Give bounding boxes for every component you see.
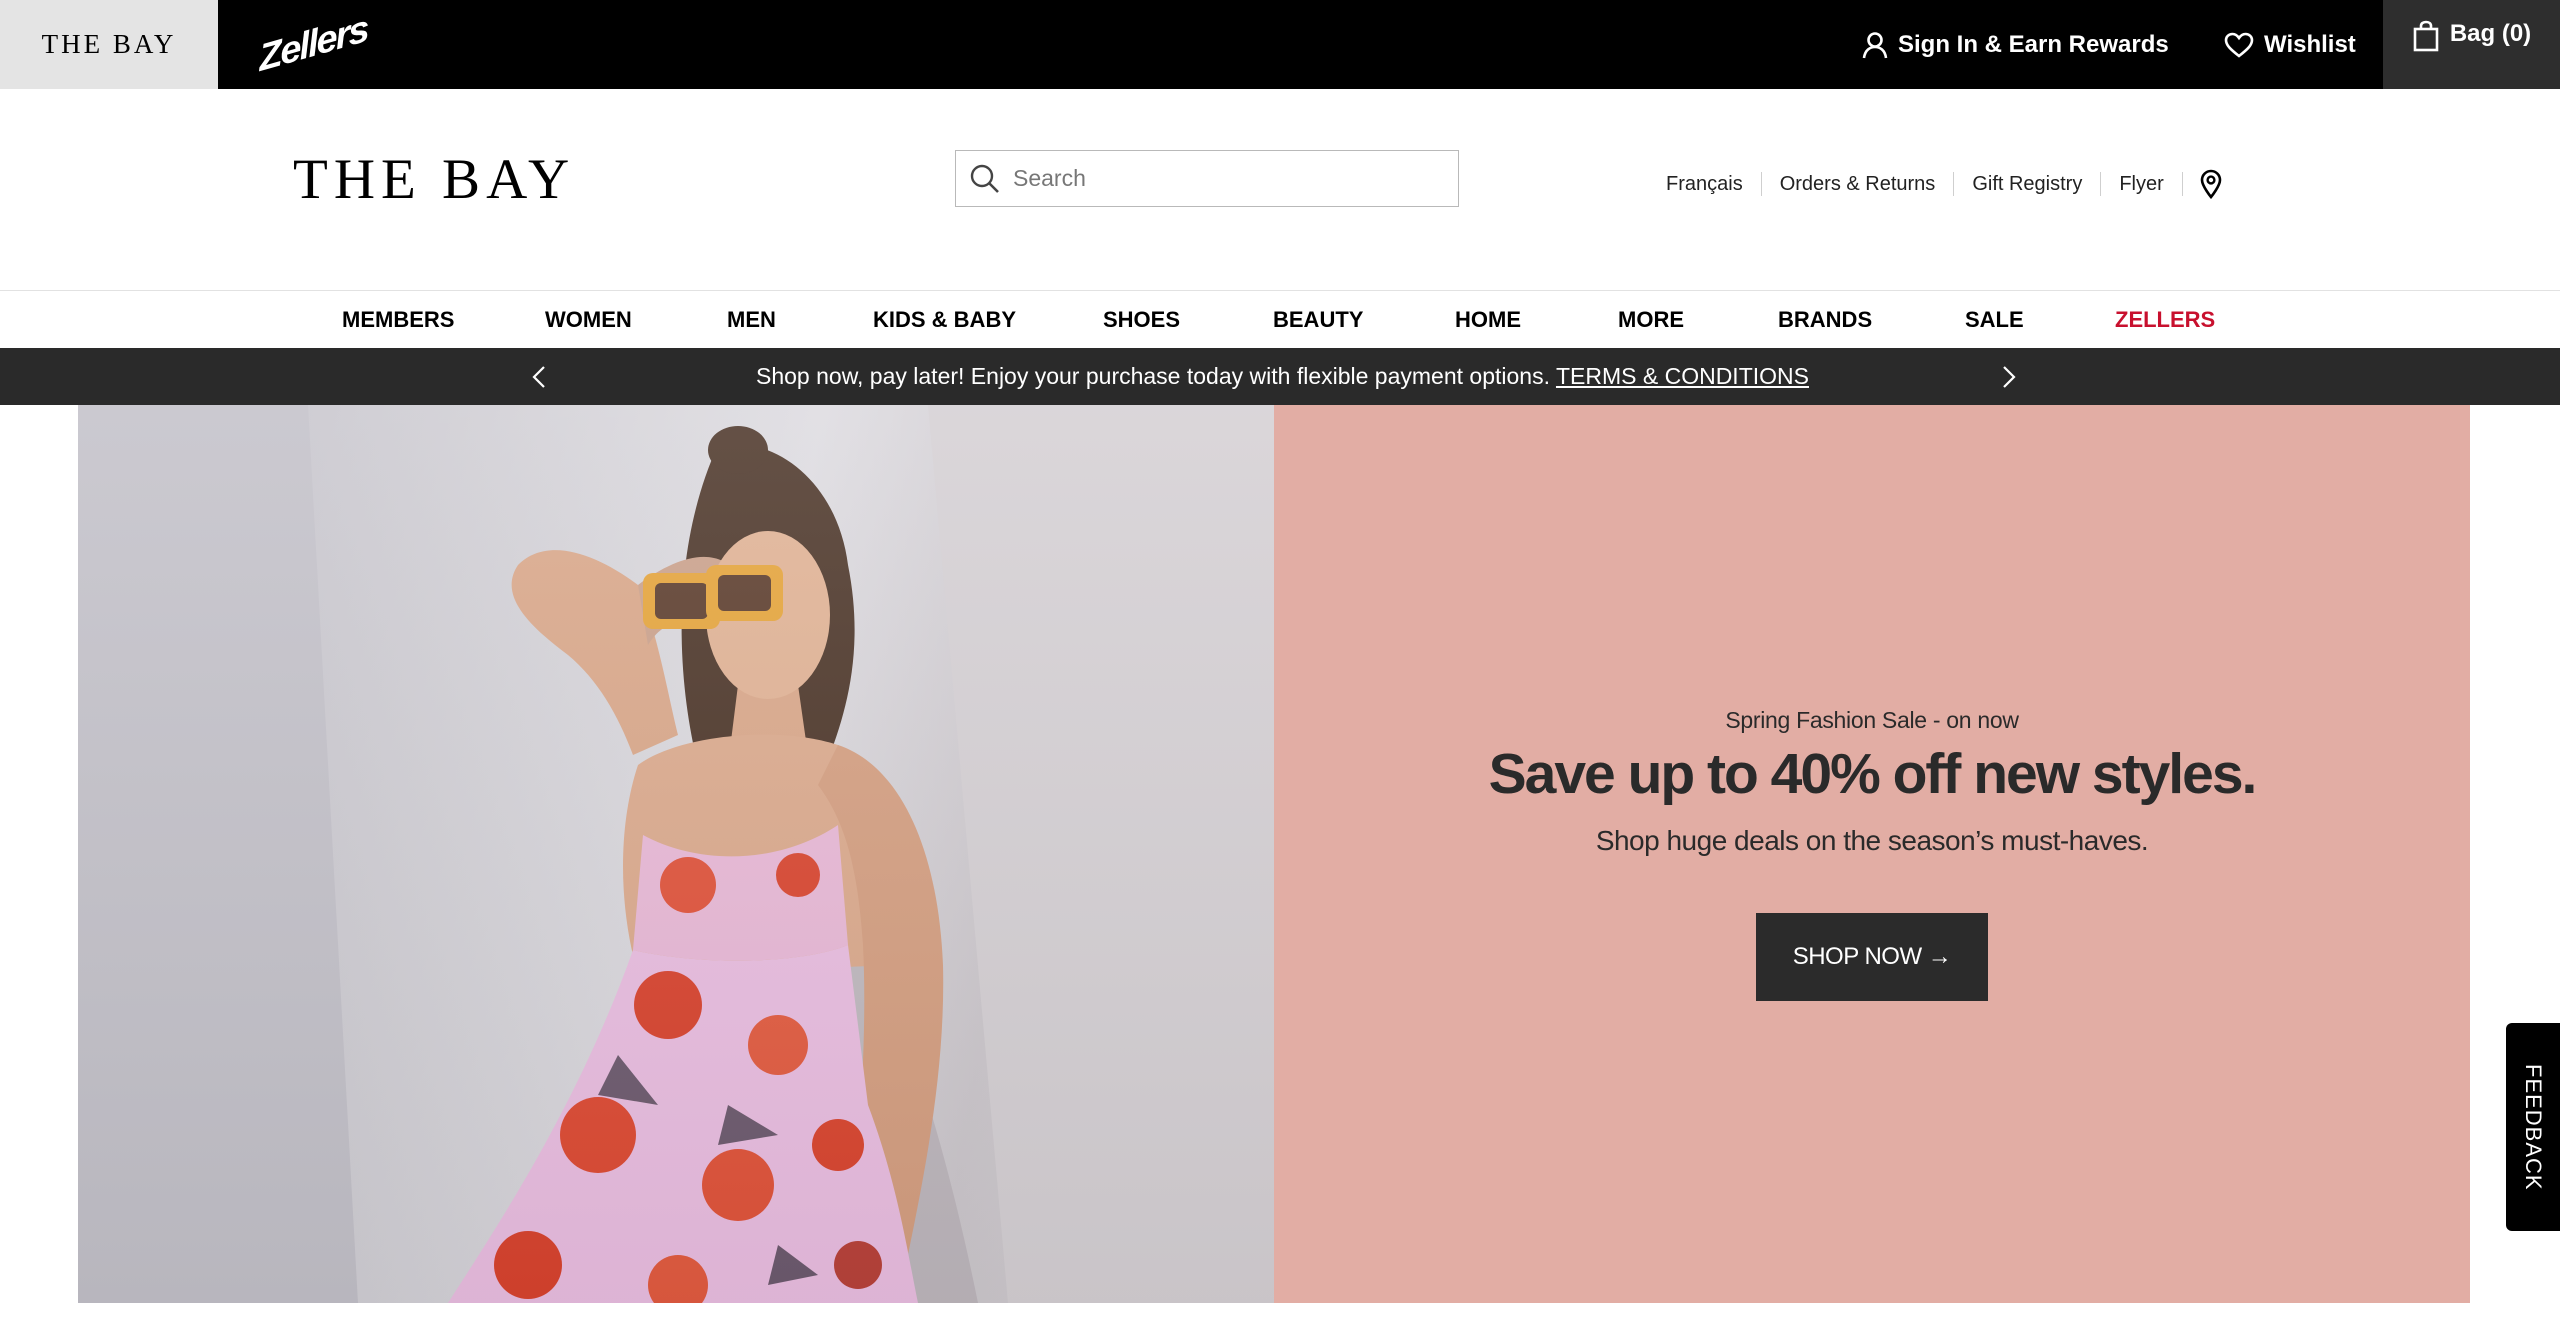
nav-zellers[interactable]: ZELLERS	[2115, 292, 2215, 348]
hero-model-image[interactable]	[78, 405, 1274, 1303]
nav-women[interactable]: WOMEN	[545, 292, 632, 348]
hero-eyebrow: Spring Fashion Sale - on now	[1725, 707, 2019, 733]
header-links: Français Orders & Returns Gift Registry …	[1650, 164, 2223, 204]
nav-brands[interactable]: BRANDS	[1778, 292, 1872, 348]
chevron-right-icon	[2003, 366, 2016, 388]
heart-icon	[2224, 32, 2254, 58]
sign-in-link[interactable]: Sign In & Earn Rewards	[1862, 0, 2169, 89]
promo-message: Shop now, pay later! Enjoy your purchase…	[756, 348, 1809, 405]
bag-label: Bag (0)	[2449, 20, 2532, 47]
nav-kids-baby[interactable]: KIDS & BABY	[873, 292, 1016, 348]
wishlist-link[interactable]: Wishlist	[2224, 0, 2356, 89]
orders-returns-link[interactable]: Orders & Returns	[1762, 172, 1955, 196]
nav-members[interactable]: MEMBERS	[342, 292, 454, 348]
utility-bar: THE BAY Zellers Sign In & Earn Rewards W…	[0, 0, 2560, 89]
map-pin-icon	[2200, 169, 2222, 199]
hero-banner: Spring Fashion Sale - on now Save up to …	[78, 405, 2470, 1303]
nav-beauty[interactable]: BEAUTY	[1273, 292, 1363, 348]
search-icon[interactable]	[969, 163, 1001, 195]
brand-tab-the-bay[interactable]: THE BAY	[0, 0, 218, 89]
promo-text: Shop now, pay later! Enjoy your purchase…	[756, 363, 1550, 389]
chevron-left-icon	[532, 366, 545, 388]
shop-now-button[interactable]: SHOP NOW →	[1756, 913, 1988, 1001]
hero-subline: Shop huge deals on the season’s must-hav…	[1595, 825, 2149, 856]
bag-button[interactable]: Bag (0)	[2383, 0, 2560, 89]
store-locator-button[interactable]	[2183, 169, 2223, 199]
feedback-tab[interactable]: FEEDBACK	[2506, 1023, 2560, 1231]
wishlist-label: Wishlist	[2264, 30, 2356, 58]
the-bay-logo[interactable]: THE BAY	[293, 151, 575, 208]
shopping-bag-icon	[2413, 20, 2439, 52]
user-icon	[1862, 31, 1888, 58]
main-nav: MEMBERS WOMEN MEN KIDS & BABY SHOES BEAU…	[0, 292, 2560, 348]
search-input[interactable]	[1011, 164, 1435, 193]
zellers-logo: Zellers	[257, 8, 369, 80]
gift-registry-link[interactable]: Gift Registry	[1954, 172, 2102, 196]
hero-copy-panel: Spring Fashion Sale - on now Save up to …	[1274, 405, 2470, 1303]
feedback-label: FEEDBACK	[2521, 1063, 2546, 1191]
site-header: THE BAY Français Orders & Returns Gift R…	[0, 89, 2560, 291]
language-link[interactable]: Français	[1650, 172, 1762, 196]
terms-conditions-link[interactable]: TERMS & CONDITIONS	[1556, 363, 1809, 390]
brand-tab-zellers[interactable]: Zellers	[218, 0, 408, 89]
nav-men[interactable]: MEN	[727, 292, 776, 348]
nav-more[interactable]: MORE	[1618, 292, 1684, 348]
nav-home[interactable]: HOME	[1455, 292, 1521, 348]
flyer-link[interactable]: Flyer	[2101, 172, 2183, 196]
hero-headline: Save up to 40% off new styles.	[1488, 742, 2258, 806]
nav-shoes[interactable]: SHOES	[1103, 292, 1180, 348]
promo-prev-button[interactable]	[524, 362, 554, 392]
promo-banner: Shop now, pay later! Enjoy your purchase…	[0, 348, 2560, 405]
hero-image-shade	[78, 405, 1274, 1303]
promo-next-button[interactable]	[1994, 362, 2024, 392]
sign-in-label: Sign In & Earn Rewards	[1898, 30, 2169, 58]
nav-sale[interactable]: SALE	[1965, 292, 2024, 348]
search-box[interactable]	[955, 150, 1459, 207]
